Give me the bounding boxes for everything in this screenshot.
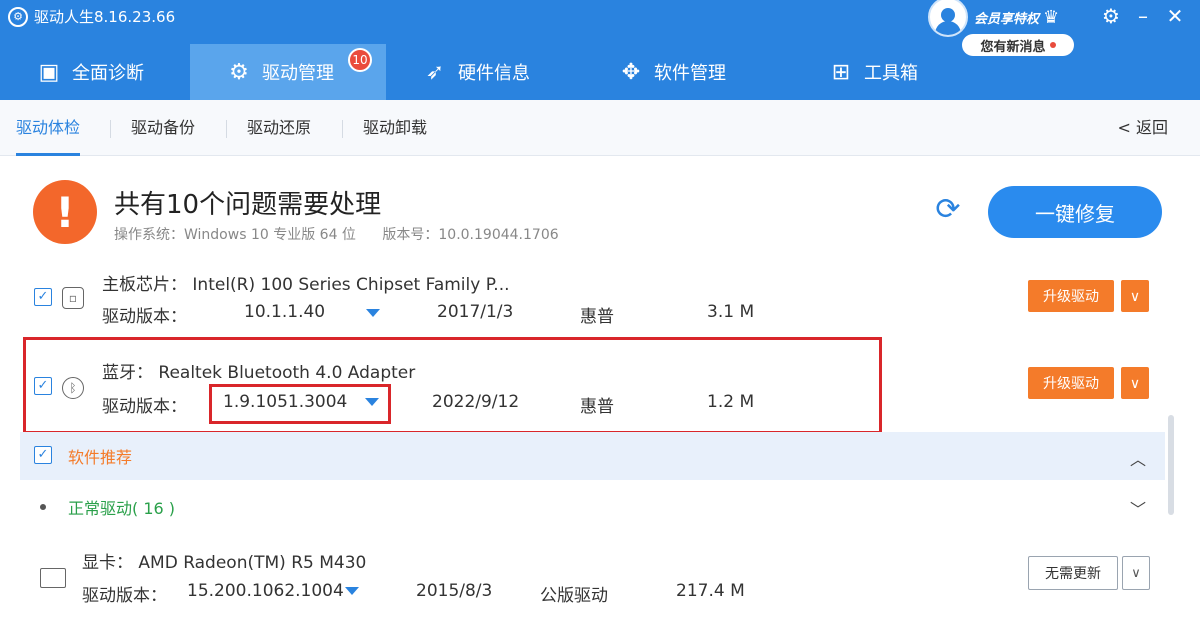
driver-date: 2017/1/3 [437, 302, 514, 322]
no-update-button[interactable]: 无需更新 [1028, 556, 1118, 590]
os-version: 版本号：10.0.19044.1706 [382, 227, 559, 243]
crown-icon[interactable]: ♛ [1043, 7, 1059, 28]
monitor-icon: ▣ [38, 59, 60, 85]
driver-row-chipset: ✓ ▫ 主板芯片： Intel(R) 100 Series Chipset Fa… [0, 262, 1165, 334]
checkbox[interactable]: ✓ [34, 446, 52, 464]
user-area[interactable]: 会员享特权 ♛ [928, 0, 1059, 37]
bullet-icon [40, 504, 46, 510]
gpu-icon [40, 568, 66, 588]
divider [110, 120, 111, 138]
nav-item-diagnose[interactable]: ▣ 全面诊断 [0, 44, 190, 100]
refresh-icon[interactable]: ⟳ [928, 192, 968, 232]
software-section-label: 软件推荐 [68, 448, 133, 467]
tab-driver-restore[interactable]: 驱动还原 [247, 100, 311, 156]
driver-name: 主板芯片： Intel(R) 100 Series Chipset Family… [102, 275, 510, 295]
driver-version[interactable]: 10.1.1.40 [244, 302, 325, 322]
upgrade-options-dropdown[interactable]: ∨ [1121, 280, 1149, 312]
highlight-box [23, 337, 882, 434]
chevron-down-icon: ∨ [1129, 374, 1141, 391]
nav-item-driver-manage[interactable]: ⚙ 驱动管理 10 [190, 44, 386, 100]
one-click-fix-button[interactable]: 一键修复 [988, 186, 1162, 238]
version-dropdown-icon[interactable] [345, 587, 359, 595]
nav-item-label: 软件管理 [654, 63, 726, 84]
vip-label[interactable]: 会员享特权 [974, 8, 1039, 27]
tab-driver-backup[interactable]: 驱动备份 [131, 100, 195, 156]
chevron-up-icon[interactable]: ︿ [1130, 446, 1146, 470]
nav-item-hardware[interactable]: ➶ 硬件信息 [386, 44, 582, 100]
chevron-down-icon: ∨ [1131, 565, 1141, 580]
issues-headline: 共有10个问题需要处理 [114, 190, 382, 220]
nav-item-label: 工具箱 [864, 63, 918, 84]
gear-icon: ⚙ [229, 59, 249, 85]
scrollbar-thumb[interactable] [1168, 415, 1174, 515]
app-logo-icon: ⚙ [8, 6, 28, 27]
gpu-size: 217.4 M [676, 581, 745, 601]
app-window: ⚙ 驱动人生8.16.23.66 会员享特权 ♛ 您有新消息 ⚙ – ✕ ▣ 全… [0, 0, 1200, 638]
gpu-name: 显卡： AMD Radeon(TM) R5 M430 [82, 553, 367, 573]
checkbox[interactable]: ✓ [34, 288, 52, 306]
toolbox-icon: ⊞ [831, 59, 851, 85]
avatar[interactable] [928, 0, 968, 37]
tab-driver-check[interactable]: 驱动体检 [16, 100, 81, 156]
version-highlight-box [209, 384, 391, 424]
divider [342, 120, 343, 138]
sub-tabs: 驱动体检 驱动备份 驱动还原 驱动卸载 < 返回 [0, 100, 1200, 156]
driver-version-label: 驱动版本： [102, 307, 187, 327]
nav-item-label: 硬件信息 [458, 63, 530, 84]
chip-icon: ▫ [62, 287, 84, 309]
version-dropdown-icon[interactable] [366, 309, 380, 317]
tab-driver-uninstall[interactable]: 驱动卸载 [363, 100, 427, 156]
driver-size: 3.1 M [707, 302, 755, 322]
nav-item-label: 全面诊断 [72, 63, 144, 84]
gpu-version[interactable]: 15.200.1062.1004 [187, 581, 344, 601]
app-title-text: 驱动人生8.16.23.66 [34, 8, 176, 26]
rocket-icon: ➶ [425, 59, 445, 85]
warning-icon: ! [33, 180, 97, 244]
back-button[interactable]: < 返回 [1118, 100, 1169, 156]
chevron-down-icon: ∨ [1129, 287, 1141, 304]
software-section-header[interactable] [20, 432, 1165, 480]
nav-item-toolbox[interactable]: ⊞ 工具箱 [792, 44, 992, 100]
gpu-date: 2015/8/3 [416, 581, 493, 601]
chevron-down-icon[interactable]: ﹀ [1130, 496, 1146, 520]
upgrade-options-dropdown[interactable]: ∨ [1121, 367, 1149, 399]
unread-dot-icon [1049, 42, 1056, 48]
upgrade-driver-button[interactable]: 升级驱动 [1028, 280, 1114, 312]
nav-item-software[interactable]: ✥ 软件管理 [582, 44, 792, 100]
minimize-icon[interactable]: – [1130, 4, 1156, 28]
main-nav: ▣ 全面诊断 ⚙ 驱动管理 10 ➶ 硬件信息 ✥ 软件管理 ⊞ 工具箱 [0, 44, 992, 100]
app-title: ⚙ 驱动人生8.16.23.66 [8, 6, 175, 27]
upgrade-driver-button[interactable]: 升级驱动 [1028, 367, 1114, 399]
system-info: 操作系统：Windows 10 专业版 64 位 版本号：10.0.19044.… [114, 224, 559, 244]
notification-badge: 10 [348, 48, 372, 72]
close-icon[interactable]: ✕ [1162, 4, 1188, 28]
os-info: 操作系统：Windows 10 专业版 64 位 [114, 227, 356, 243]
normal-drivers-label[interactable]: 正常驱动( 16 ) [68, 495, 175, 519]
driver-vendor: 惠普 [580, 307, 614, 327]
nav-item-label: 驱动管理 [262, 63, 334, 84]
apps-icon: ✥ [621, 59, 641, 85]
gpu-vendor: 公版驱动 [540, 586, 608, 606]
divider [226, 120, 227, 138]
gpu-version-label: 驱动版本： [82, 586, 167, 606]
no-update-dropdown[interactable]: ∨ [1122, 556, 1150, 590]
settings-icon[interactable]: ⚙ [1098, 4, 1124, 28]
title-bar: ⚙ 驱动人生8.16.23.66 会员享特权 ♛ 您有新消息 ⚙ – ✕ ▣ 全… [0, 0, 1200, 100]
